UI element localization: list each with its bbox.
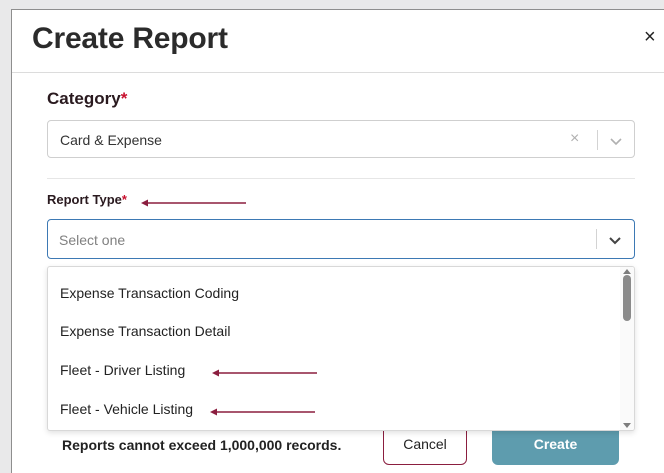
required-marker: *	[121, 192, 127, 207]
required-marker: *	[120, 89, 128, 108]
menu-option[interactable]: Expense Transaction Detail	[48, 312, 618, 350]
close-icon[interactable]: ×	[644, 27, 656, 47]
report-type-placeholder: Select one	[59, 232, 126, 248]
arrow-left-icon	[209, 404, 317, 422]
scroll-up-icon[interactable]	[623, 269, 631, 274]
header-divider	[12, 72, 664, 73]
report-type-menu: Expense Transaction Coding Expense Trans…	[47, 266, 635, 431]
menu-scrollbar[interactable]	[620, 267, 634, 430]
scroll-down-icon[interactable]	[623, 423, 631, 428]
indicator-separator	[596, 229, 597, 249]
section-divider	[47, 178, 635, 179]
category-label: Category*	[47, 89, 127, 109]
chevron-down-icon[interactable]	[608, 233, 622, 251]
scrollbar-thumb[interactable]	[623, 275, 631, 321]
arrow-left-icon	[140, 195, 248, 213]
report-type-label: Report Type*	[47, 192, 127, 207]
report-type-label-text: Report Type	[47, 192, 122, 207]
chevron-down-icon[interactable]	[609, 134, 623, 152]
menu-option[interactable]: Fleet - Driver Listing	[48, 351, 618, 389]
category-label-text: Category	[47, 89, 121, 108]
category-value: Card & Expense	[60, 132, 162, 148]
category-select[interactable]: Card & Expense ×	[47, 120, 635, 158]
menu-option[interactable]: Fleet - Vehicle Listing	[48, 390, 618, 428]
clear-icon[interactable]: ×	[570, 130, 579, 148]
create-report-dialog: Create Report × Category* Card & Expense…	[11, 9, 664, 473]
indicator-separator	[597, 130, 598, 150]
arrow-left-icon	[211, 365, 319, 383]
menu-option[interactable]: Expense Transaction Coding	[48, 274, 618, 312]
record-limit-note: Reports cannot exceed 1,000,000 records.	[62, 437, 342, 453]
dialog-title: Create Report	[32, 22, 228, 55]
report-type-select[interactable]: Select one	[47, 219, 635, 259]
